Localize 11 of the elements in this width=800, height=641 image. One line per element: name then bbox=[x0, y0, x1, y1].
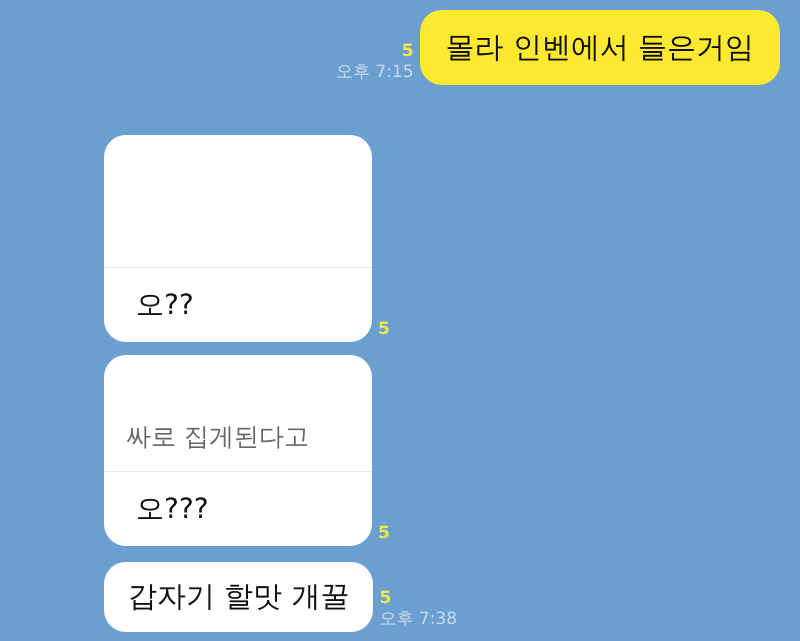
received-message-bubble: 갑자기 할맛 개꿀 bbox=[104, 562, 374, 632]
unread-count: 5 bbox=[402, 40, 414, 62]
quoted-text: 싸로 집게된다고 bbox=[126, 420, 309, 452]
unread-count: 5 bbox=[378, 318, 390, 340]
message-time: 오후 7:38 bbox=[379, 608, 458, 630]
message-text: 오??? bbox=[135, 491, 210, 527]
sent-message-bubble: 몰라 인벤에서 들은거임 bbox=[420, 10, 780, 85]
message-text: 오?? bbox=[135, 287, 195, 323]
unread-count: 5 bbox=[378, 522, 390, 544]
message-time: 오후 7:15 bbox=[336, 62, 414, 83]
unread-count: 5 bbox=[379, 588, 392, 609]
